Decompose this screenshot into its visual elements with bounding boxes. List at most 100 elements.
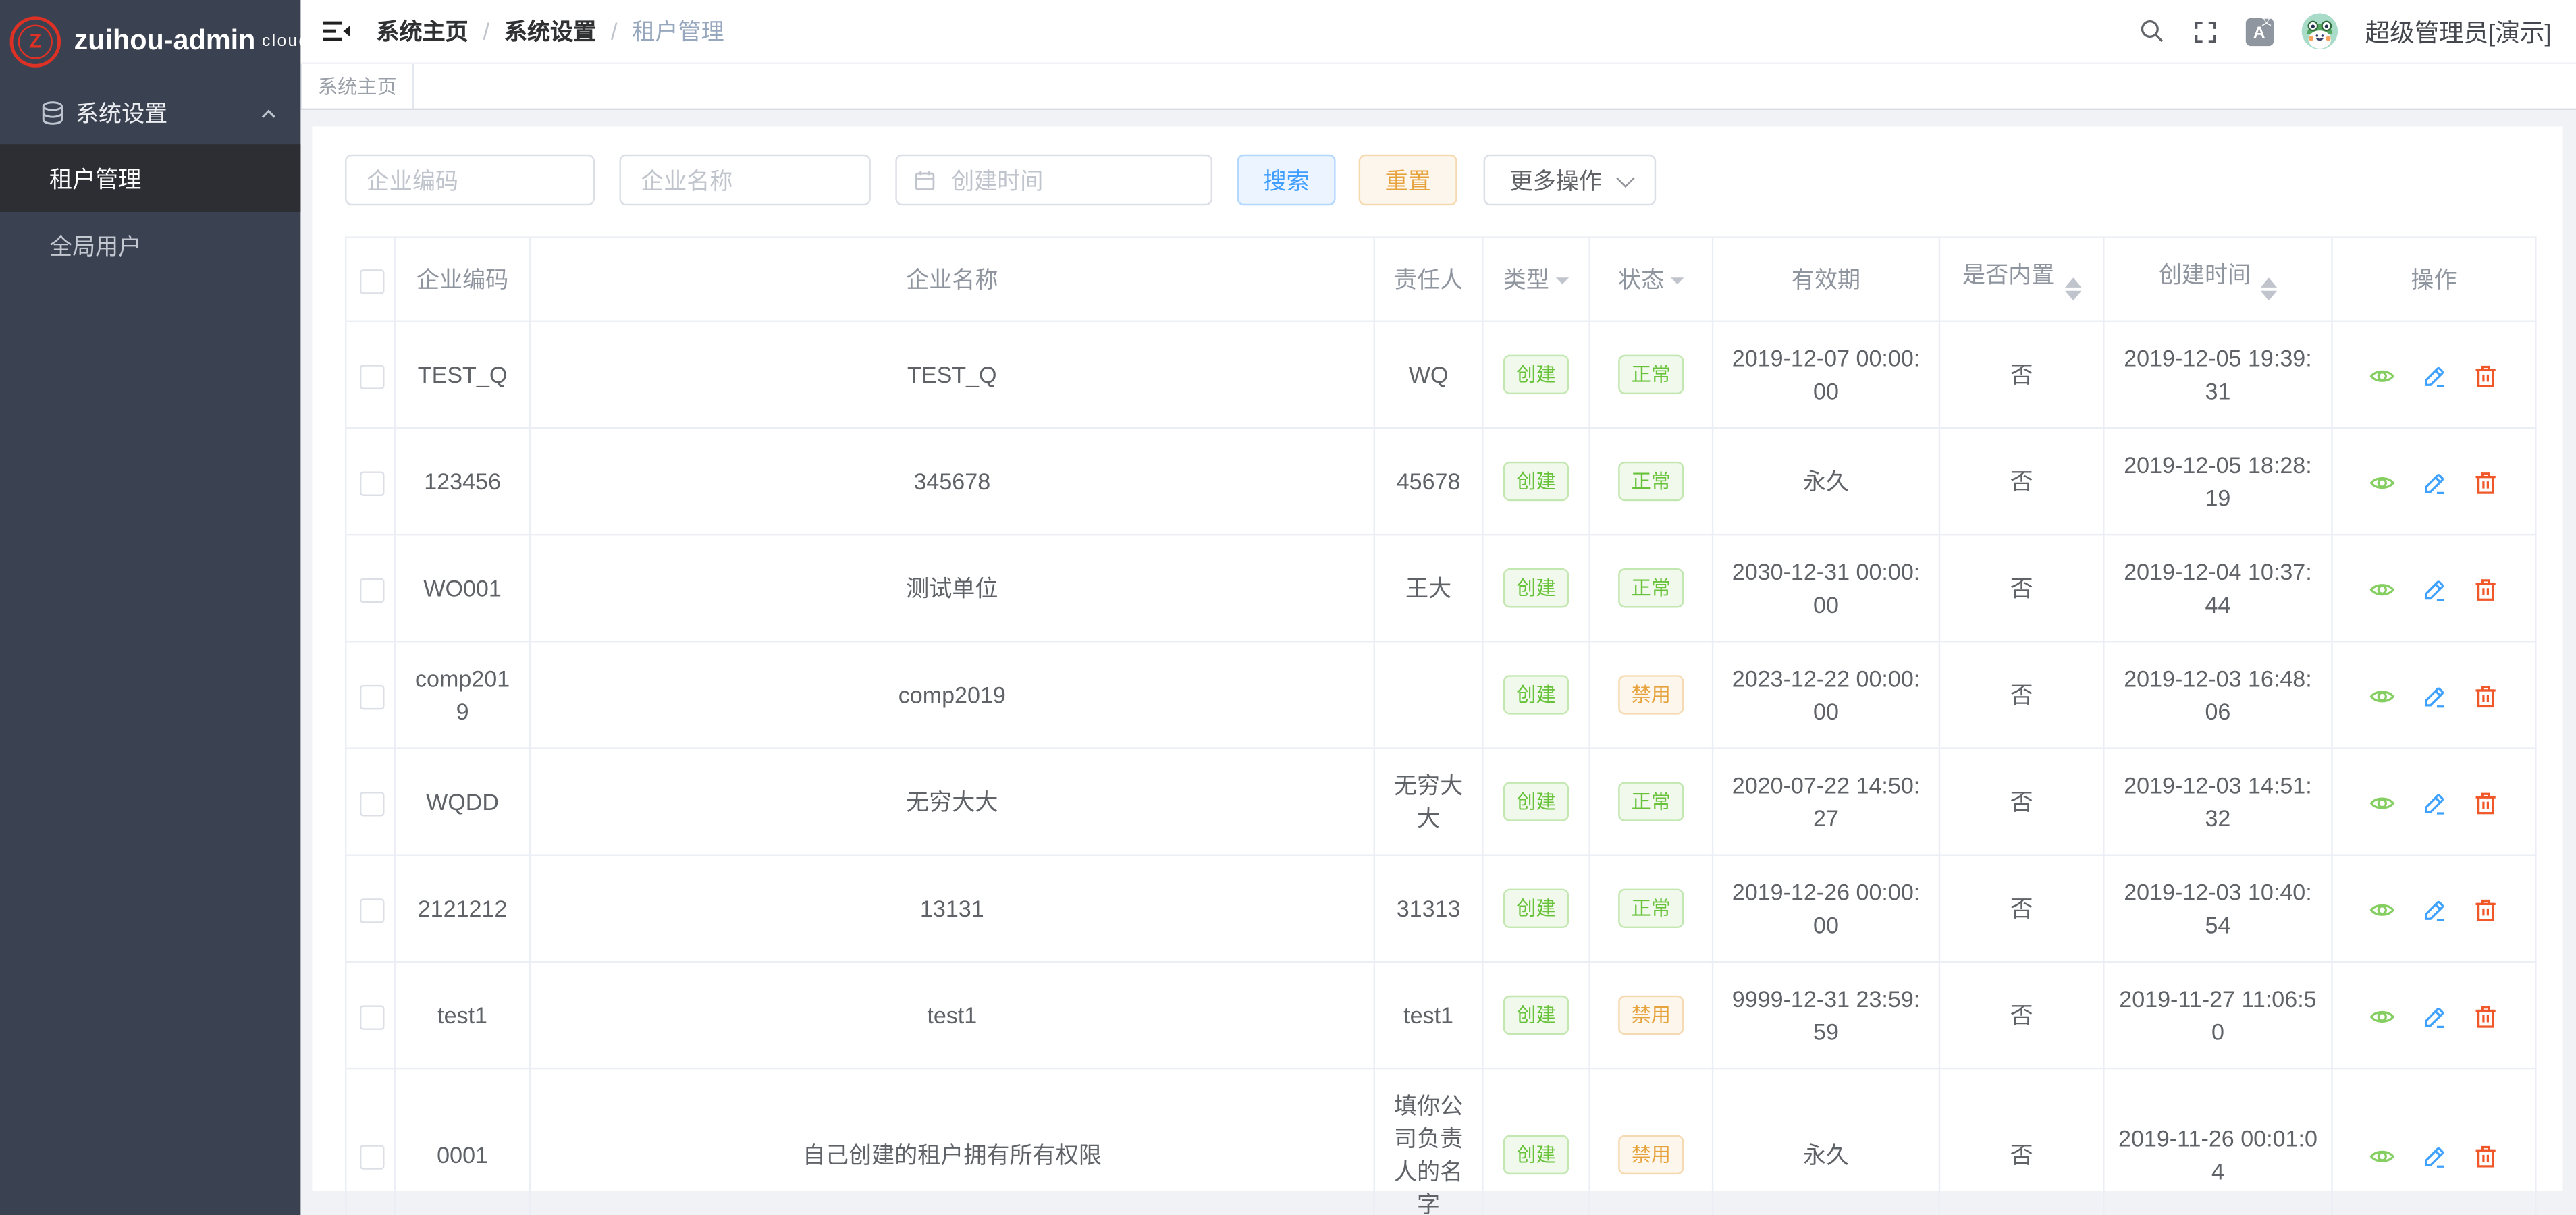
row-checkbox[interactable]: [360, 364, 385, 389]
col-header-name: 企业名称: [530, 238, 1374, 321]
row-checkbox[interactable]: [360, 792, 385, 817]
view-icon[interactable]: [2368, 470, 2394, 497]
breadcrumb-separator: /: [483, 18, 489, 45]
row-checkbox[interactable]: [360, 578, 385, 603]
view-icon[interactable]: [2368, 790, 2394, 817]
cell-created: 2019-12-05 18:28:19: [2103, 428, 2332, 535]
table-row: TEST_Q TEST_Q WQ 创建 正常 2019-12-07 00:00:…: [346, 321, 2535, 428]
row-checkbox[interactable]: [360, 898, 385, 923]
cell-code: WO001: [395, 535, 530, 641]
edit-icon[interactable]: [2421, 470, 2447, 497]
cell-builtin: 否: [1939, 641, 2103, 748]
tab-system-home[interactable]: 系统主页: [300, 64, 414, 109]
view-icon[interactable]: [2368, 1144, 2394, 1170]
search-button[interactable]: 搜索: [1237, 155, 1336, 205]
filter-icon[interactable]: [1556, 277, 1569, 290]
avatar[interactable]: [2301, 13, 2338, 49]
company-code-input[interactable]: [345, 155, 595, 205]
select-all-checkbox[interactable]: [360, 269, 385, 294]
cell-owner: test1: [1374, 962, 1483, 1069]
view-icon[interactable]: [2368, 1004, 2394, 1031]
view-icon[interactable]: [2368, 577, 2394, 603]
breadcrumb-home[interactable]: 系统主页: [376, 15, 468, 48]
edit-icon[interactable]: [2421, 790, 2447, 817]
company-name-input[interactable]: [619, 155, 870, 205]
cell-builtin: 否: [1939, 321, 2103, 428]
cell-code: TEST_Q: [395, 321, 530, 428]
sidebar-item-label: 全局用户: [49, 229, 141, 262]
edit-icon[interactable]: [2421, 577, 2447, 603]
row-checkbox[interactable]: [360, 471, 385, 496]
breadcrumb: 系统主页 / 系统设置 / 租户管理: [376, 15, 724, 48]
col-header-builtin[interactable]: 是否内置: [1939, 238, 2103, 321]
filter-icon[interactable]: [1671, 277, 1684, 290]
cell-code: 123456: [395, 428, 530, 535]
main-area: 系统主页 / 系统设置 / 租户管理 A: [300, 0, 2576, 1215]
edit-icon[interactable]: [2421, 684, 2447, 710]
cell-created: 2019-12-05 19:39:31: [2103, 321, 2332, 428]
cell-code: WQDD: [395, 749, 530, 855]
status-tag: 正常: [1618, 568, 1684, 608]
delete-icon[interactable]: [2473, 684, 2500, 710]
tags-view-bar: 系统主页: [300, 64, 2576, 110]
user-name[interactable]: 超级管理员[演示]: [2365, 14, 2552, 49]
edit-icon[interactable]: [2421, 1004, 2447, 1031]
cell-created: 2019-11-26 00:01:04: [2103, 1069, 2332, 1215]
delete-icon[interactable]: [2473, 790, 2500, 817]
table-row: test1 test1 test1 创建 禁用 9999-12-31 23:59…: [346, 962, 2535, 1069]
col-header-validity: 有效期: [1713, 238, 1939, 321]
type-tag: 创建: [1503, 675, 1569, 714]
sidebar-item-tenant-management[interactable]: 租户管理: [0, 144, 300, 212]
created-time-picker[interactable]: [895, 155, 1212, 205]
row-checkbox[interactable]: [360, 1145, 385, 1170]
row-checkbox[interactable]: [360, 1005, 385, 1030]
sort-icon[interactable]: [2064, 277, 2081, 300]
table-body: TEST_Q TEST_Q WQ 创建 正常 2019-12-07 00:00:…: [346, 321, 2535, 1215]
delete-icon[interactable]: [2473, 577, 2500, 603]
col-header-owner: 责任人: [1374, 238, 1483, 321]
cell-created: 2019-12-03 14:51:32: [2103, 749, 2332, 855]
sidebar-item-global-users[interactable]: 全局用户: [0, 212, 300, 279]
cell-builtin: 否: [1939, 428, 2103, 535]
search-icon[interactable]: [2139, 18, 2165, 45]
delete-icon[interactable]: [2473, 364, 2500, 390]
cell-validity: 2020-07-22 14:50:27: [1713, 749, 1939, 855]
col-header-actions: 操作: [2332, 238, 2536, 321]
col-header-created[interactable]: 创建时间: [2103, 238, 2332, 321]
col-header-code: 企业编码: [395, 238, 530, 321]
cell-name: 测试单位: [530, 535, 1374, 641]
status-tag: 正常: [1618, 889, 1684, 928]
delete-icon[interactable]: [2473, 1144, 2500, 1170]
view-icon[interactable]: [2368, 364, 2394, 390]
status-tag: 禁用: [1618, 1135, 1684, 1174]
edit-icon[interactable]: [2421, 1144, 2447, 1170]
delete-icon[interactable]: [2473, 470, 2500, 497]
language-icon[interactable]: A 文: [2245, 18, 2273, 45]
more-actions-button[interactable]: 更多操作: [1484, 155, 1657, 205]
sidebar-group-system-settings[interactable]: 系统设置: [0, 82, 300, 144]
type-tag: 创建: [1503, 355, 1569, 394]
cell-builtin: 否: [1939, 855, 2103, 962]
breadcrumb-system-settings[interactable]: 系统设置: [504, 15, 596, 48]
cell-owner: 31313: [1374, 855, 1483, 962]
view-icon[interactable]: [2368, 684, 2394, 710]
app-title-suffix: cloud: [262, 32, 309, 50]
fullscreen-icon[interactable]: [2193, 19, 2218, 44]
cell-name: 自己创建的租户拥有所有权限: [530, 1069, 1374, 1215]
col-header-status[interactable]: 状态: [1590, 238, 1713, 321]
col-header-type[interactable]: 类型: [1482, 238, 1589, 321]
created-time-input[interactable]: [948, 165, 1194, 195]
row-checkbox[interactable]: [360, 684, 385, 709]
sort-icon[interactable]: [2261, 277, 2277, 300]
delete-icon[interactable]: [2473, 898, 2500, 924]
view-icon[interactable]: [2368, 898, 2394, 924]
delete-icon[interactable]: [2473, 1004, 2500, 1031]
type-tag: 创建: [1503, 782, 1569, 821]
logo-seal-icon: Z: [10, 16, 61, 66]
cell-created: 2019-11-27 11:06:50: [2103, 962, 2332, 1069]
status-tag: 正常: [1618, 462, 1684, 501]
edit-icon[interactable]: [2421, 364, 2447, 390]
edit-icon[interactable]: [2421, 898, 2447, 924]
sidebar-collapse-icon[interactable]: [322, 16, 352, 46]
reset-button[interactable]: 重置: [1359, 155, 1457, 205]
